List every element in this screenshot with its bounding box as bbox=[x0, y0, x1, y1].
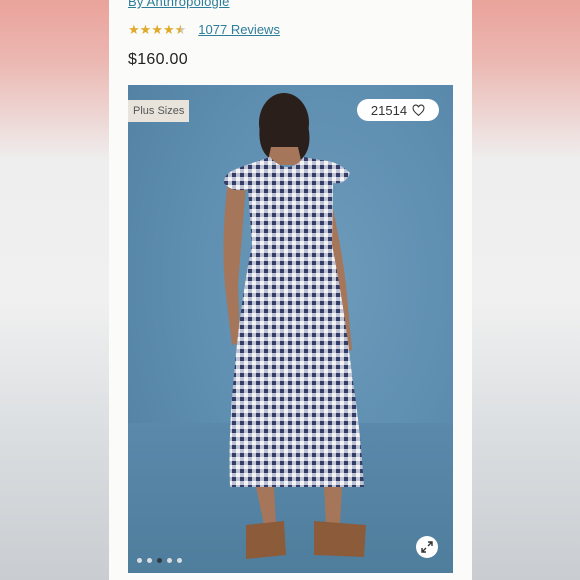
brand-link[interactable]: By Anthropologie bbox=[128, 0, 230, 9]
carousel-dots bbox=[137, 558, 182, 563]
rating-row: ★ ★ ★ ★ ★ 1077 Reviews bbox=[128, 21, 280, 37]
star-rating: ★ ★ ★ ★ ★ bbox=[128, 23, 186, 36]
carousel-dot[interactable] bbox=[147, 558, 152, 563]
model-figure bbox=[223, 93, 366, 559]
carousel-dot[interactable] bbox=[177, 558, 182, 563]
carousel-dot[interactable] bbox=[137, 558, 142, 563]
expand-icon bbox=[421, 541, 433, 553]
expand-button[interactable] bbox=[416, 536, 438, 558]
favorite-button[interactable]: 21514 bbox=[357, 99, 439, 121]
price: $160.00 bbox=[128, 51, 188, 68]
star-icon: ★ bbox=[128, 21, 140, 37]
reviews-link[interactable]: 1077 Reviews bbox=[198, 22, 280, 37]
half-star-icon: ★ bbox=[174, 21, 187, 37]
product-image[interactable]: Plus Sizes 21514 bbox=[128, 85, 453, 573]
star-icon: ★ bbox=[162, 21, 175, 37]
carousel-dot-active[interactable] bbox=[157, 558, 162, 563]
plus-sizes-badge: Plus Sizes bbox=[128, 100, 190, 122]
likes-count: 21514 bbox=[370, 102, 408, 118]
star-icon: ★ bbox=[139, 21, 152, 37]
star-icon: ★ bbox=[151, 21, 163, 37]
product-card: By Anthropologie ★ ★ ★ ★ ★ 1077 Reviews … bbox=[109, 0, 472, 580]
carousel-dot[interactable] bbox=[167, 558, 172, 563]
heart-icon bbox=[412, 103, 425, 116]
